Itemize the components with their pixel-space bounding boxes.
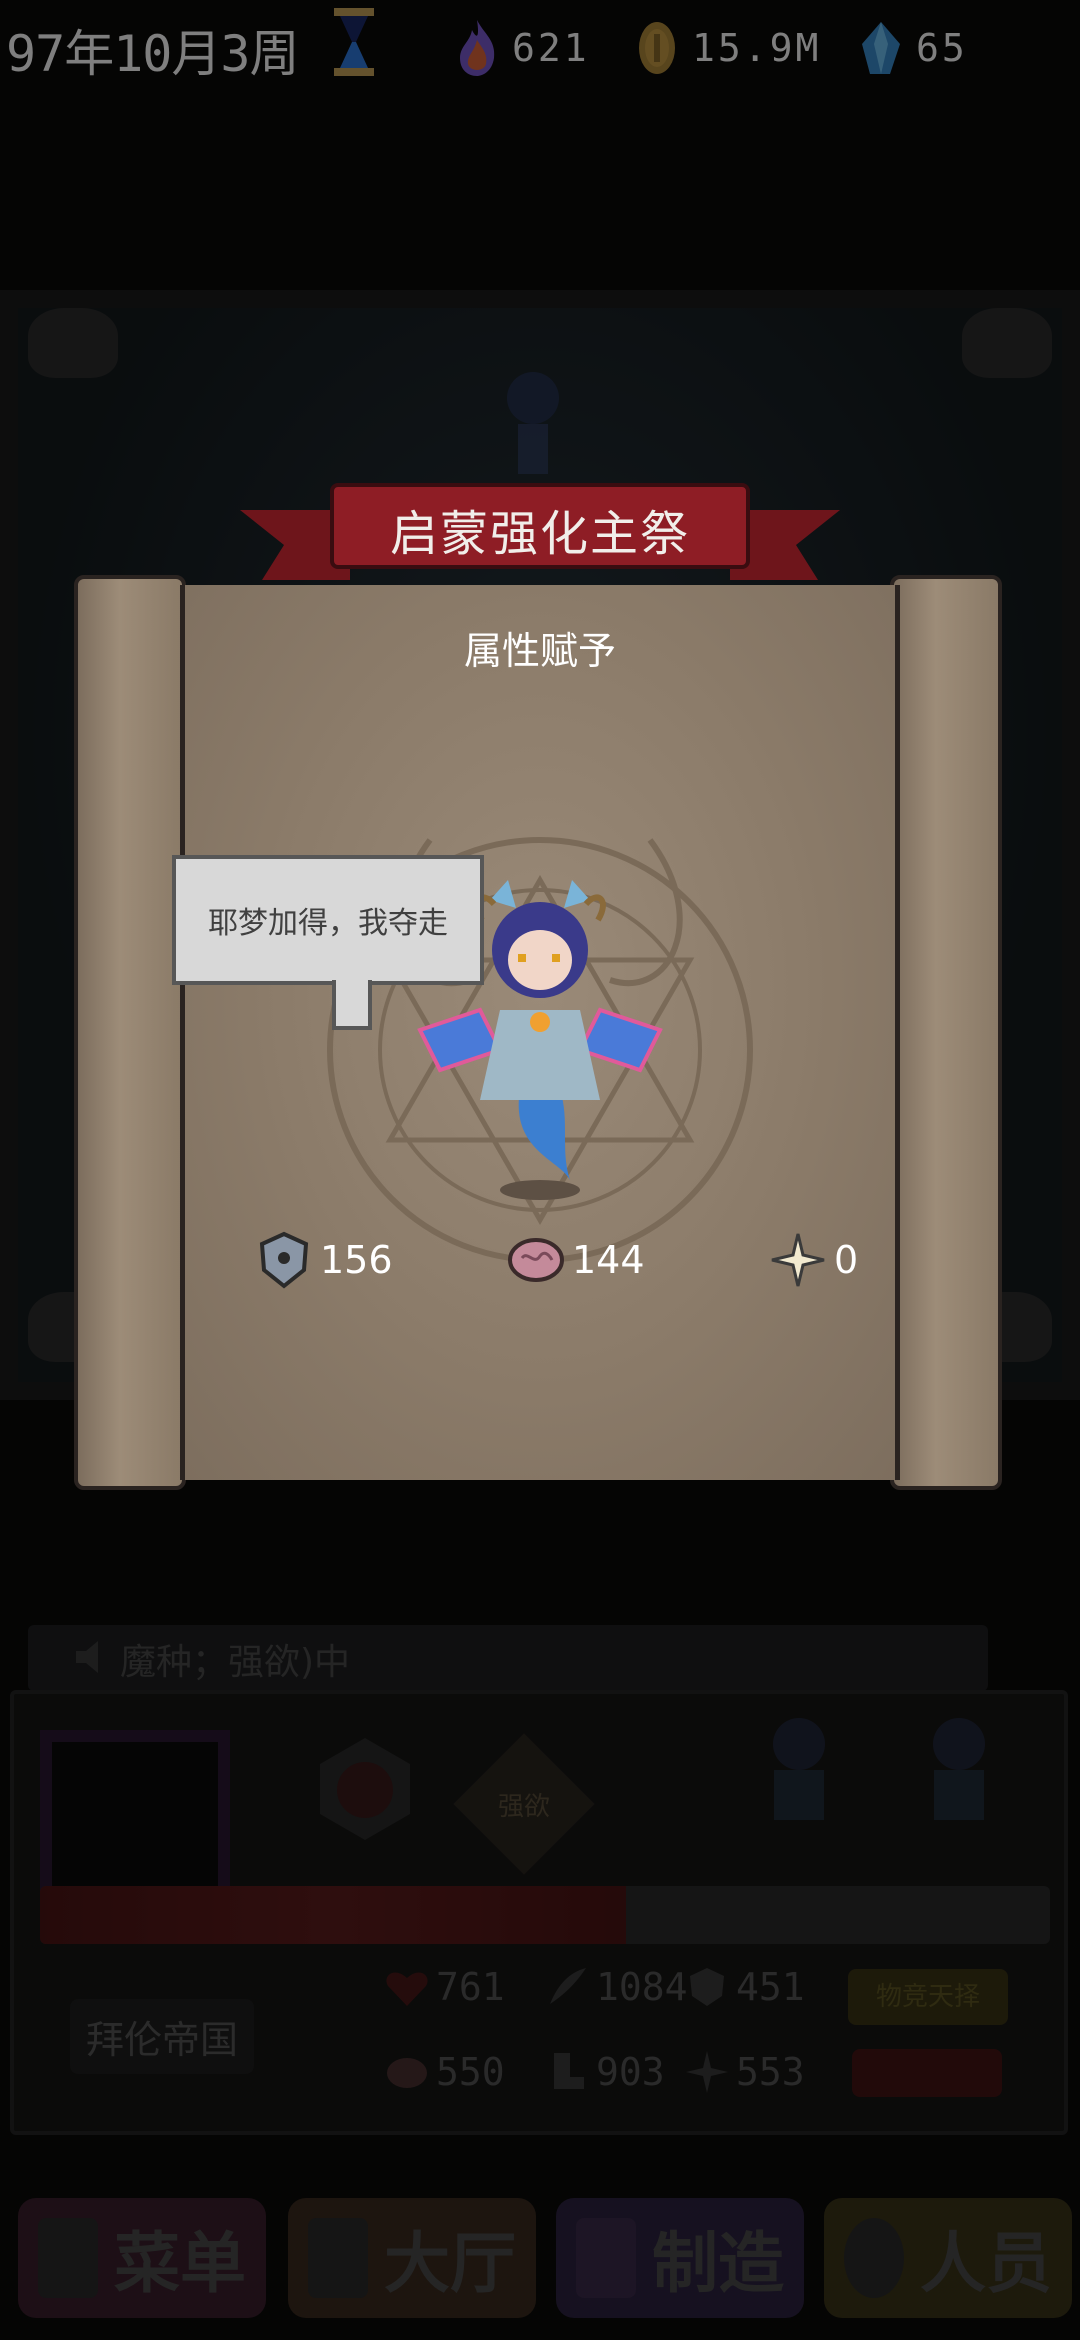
attribute-defense-value: 156 — [320, 1238, 393, 1282]
attribute-defense: 156 — [256, 1230, 393, 1290]
shield-icon — [259, 1231, 309, 1289]
dialog-subtitle: 属性赋予 — [463, 629, 616, 673]
scroll-roll-right — [890, 575, 1002, 1490]
attribute-sparkle-value: 0 — [834, 1238, 859, 1282]
scroll-roll-left — [74, 575, 186, 1490]
attribute-brain: 144 — [508, 1230, 645, 1290]
dialog-title: 启蒙强化主祭 — [389, 506, 690, 562]
speech-text: 耶梦加得，我夺走 — [208, 906, 448, 941]
attribute-sparkle: 0 — [770, 1230, 858, 1290]
brain-icon — [508, 1238, 564, 1282]
sparkle-icon — [771, 1233, 825, 1287]
attribute-brain-value: 144 — [572, 1238, 645, 1282]
speech-bubble-tail — [332, 980, 372, 1030]
